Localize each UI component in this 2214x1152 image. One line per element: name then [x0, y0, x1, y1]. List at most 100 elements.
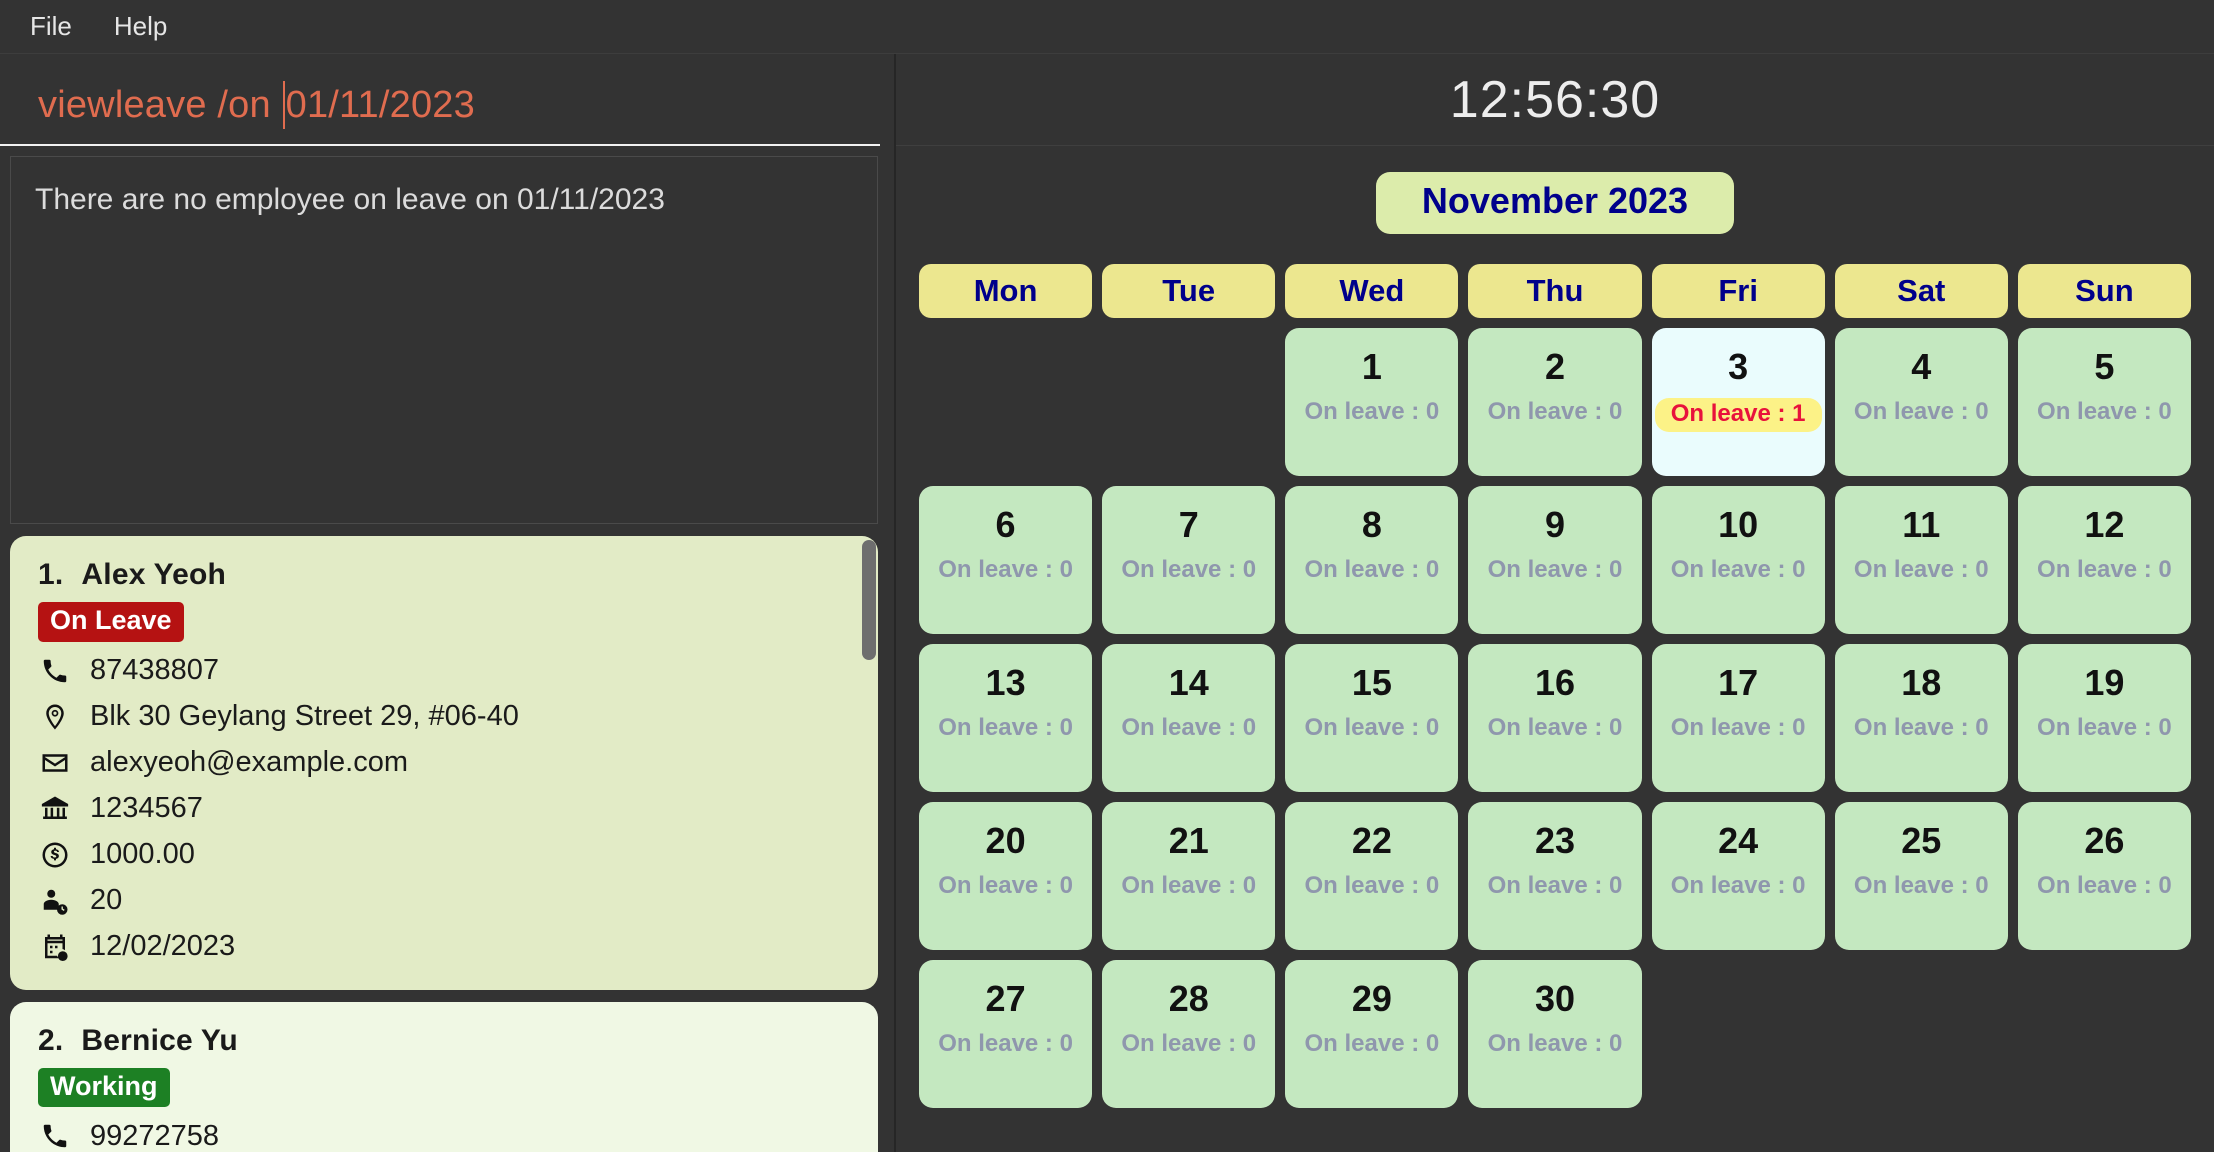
calendar-day-number: 6	[995, 504, 1016, 545]
calendar-day-leave-count: On leave : 0	[1487, 1030, 1623, 1057]
calendar-day-cell[interactable]: 18 On leave : 0	[1834, 644, 2008, 792]
command-value: 01/11/2023	[285, 83, 475, 126]
calendar-day-leave-count: On leave : 0	[938, 556, 1073, 583]
employee-phone: 87438807	[90, 654, 220, 687]
calendar-clock-icon	[38, 930, 72, 964]
calendar-day-leave-count: On leave : 0	[1304, 1030, 1440, 1057]
calendar-day-number: 20	[985, 820, 1026, 861]
employee-name: Bernice Yu	[81, 1023, 238, 1057]
calendar-day-cell[interactable]: 17 On leave : 0	[1651, 644, 1825, 792]
calendar-day-cell[interactable]: 30 On leave : 0	[1468, 960, 1642, 1108]
text-caret	[282, 81, 285, 129]
calendar-week-row: 6 On leave : 0 7 On leave : 0 8 On leave : 09…	[919, 486, 2191, 634]
calendar-day-leave-count: On leave : 0	[1670, 714, 1806, 741]
weekday-header-row: Mon Tue Wed Thu Fri Sat Sun	[919, 264, 2191, 318]
employee-index: 2.	[38, 1023, 64, 1057]
calendar-week-row: 20 On leave : 0 21 On leave : 0 22 On leave :…	[919, 802, 2191, 950]
calendar-grid: Mon Tue Wed Thu Fri Sat Sun 1 On leave : …	[919, 264, 2191, 1118]
calendar-day-leave-count: On leave : 0	[1853, 714, 1989, 741]
calendar-day-cell[interactable]: 27 On leave : 0	[919, 960, 1093, 1108]
calendar-day-cell[interactable]: 4 On leave : 0	[1834, 328, 2008, 476]
calendar-day-cell[interactable]: 3 On leave : 1	[1651, 328, 1825, 476]
calendar-day-number: 24	[1718, 820, 1759, 861]
employee-list-scrollbar[interactable]	[860, 540, 878, 1152]
calendar-day-cell[interactable]: 11 On leave : 0	[1834, 486, 2008, 634]
calendar-day-cell[interactable]: 15 On leave : 0	[1285, 644, 1459, 792]
calendar-day-cell[interactable]: 12 On leave : 0	[2017, 486, 2191, 634]
calendar-day-number: 12	[2084, 504, 2125, 545]
calendar-day-number: 29	[1351, 978, 1392, 1019]
calendar-day-cell[interactable]: 25 On leave : 0	[1834, 802, 2008, 950]
calendar-day-number: 17	[1718, 662, 1759, 703]
calendar-week-row: 1 On leave : 0 2 On leave : 0 3 On leave : 1 4…	[919, 328, 2191, 476]
employee-card[interactable]: 2. Bernice Yu Working 99272758	[10, 1001, 878, 1152]
calendar-day-cell[interactable]: 22 On leave : 0	[1285, 802, 1459, 950]
employee-email: alexyeoh@example.com	[90, 746, 408, 779]
calendar-day-number: 8	[1361, 504, 1382, 545]
menu-item-file[interactable]: File	[14, 7, 88, 46]
calendar-day-cell[interactable]: 1 On leave : 0	[1285, 328, 1459, 476]
calendar-day-number: 5	[2094, 346, 2115, 387]
calendar-day-leave-count: On leave : 0	[1121, 714, 1257, 741]
calendar-day-cell[interactable]: 5 On leave : 0	[2017, 328, 2191, 476]
left-panel: viewleave /on 01/11/2023 There are no em…	[0, 54, 896, 1152]
calendar-day-cell[interactable]: 6 On leave : 0	[919, 486, 1093, 634]
calendar-day-cell[interactable]: 8 On leave : 0	[1285, 486, 1459, 634]
calendar-day-cell[interactable]: 24 On leave : 0	[1651, 802, 1825, 950]
calendar-day-cell[interactable]: 7 On leave : 0	[1102, 486, 1276, 634]
result-display-box: There are no employee on leave on 01/11/…	[10, 156, 878, 524]
location-pin-icon	[38, 700, 72, 734]
calendar-day-leave-count: On leave : 0	[938, 714, 1073, 741]
calendar-day-cell[interactable]: 9 On leave : 0	[1468, 486, 1642, 634]
calendar-day-number: 4	[1911, 346, 1932, 387]
calendar-day-cell[interactable]: 16 On leave : 0	[1468, 644, 1642, 792]
detail-phone: 87438807	[38, 654, 850, 688]
menu-item-help[interactable]: Help	[98, 7, 183, 46]
calendar-day-leave-count: On leave : 1	[1654, 398, 1822, 432]
calendar-day-number: 15	[1351, 662, 1392, 703]
weekday-tue: Tue	[1102, 264, 1276, 318]
calendar-day-number: 10	[1718, 504, 1759, 545]
detail-phone: 99272758	[38, 1119, 850, 1152]
weekday-thu: Thu	[1468, 264, 1642, 318]
month-label: November 2023	[1375, 172, 1735, 234]
calendar-day-cell[interactable]: 19 On leave : 0	[2017, 644, 2191, 792]
calendar-day-number: 11	[1902, 504, 1941, 545]
calendar-day-number: 23	[1534, 820, 1576, 861]
calendar-day-number: 27	[985, 978, 1026, 1019]
calendar-day-cell[interactable]: 23 On leave : 0	[1468, 802, 1642, 950]
calendar-day-cell[interactable]: 20 On leave : 0	[919, 802, 1093, 950]
calendar-day-cell[interactable]: 2 On leave : 0	[1468, 328, 1642, 476]
calendar-day-empty	[919, 328, 1092, 476]
command-input-box[interactable]: viewleave /on 01/11/2023	[0, 54, 880, 146]
employee-bank-account: 1234567	[90, 792, 203, 825]
scrollbar-thumb[interactable]	[862, 540, 876, 660]
weekday-sat: Sat	[1834, 264, 2008, 318]
calendar-day-empty	[1102, 328, 1275, 476]
calendar-day-cell[interactable]: 13 On leave : 0	[919, 644, 1093, 792]
command-prefix: viewleave /on	[38, 83, 282, 126]
employee-join-date: 12/02/2023	[90, 930, 236, 963]
calendar-day-leave-count: On leave : 0	[1670, 872, 1806, 899]
calendar-day-cell[interactable]: 26 On leave : 0	[2017, 802, 2191, 950]
calendar-day-leave-count: On leave : 0	[1670, 556, 1806, 583]
calendar-day-number: 7	[1178, 504, 1199, 545]
calendar-day-number: 30	[1534, 978, 1576, 1019]
calendar-day-cell[interactable]: 28 On leave : 0	[1102, 960, 1276, 1108]
detail-address: Blk 30 Geylang Street 29, #06-40	[38, 700, 850, 734]
status-badge: Working	[38, 1067, 170, 1108]
calendar-day-cell[interactable]: 21 On leave : 0	[1102, 802, 1276, 950]
calendar-day-leave-count: On leave : 0	[2037, 398, 2172, 425]
calendar-day-number: 18	[1901, 662, 1942, 703]
calendar-day-cell[interactable]: 10 On leave : 0	[1651, 486, 1825, 634]
calendar-day-number: 28	[1168, 978, 1209, 1019]
status-badge: On Leave	[38, 602, 184, 642]
calendar-day-cell[interactable]: 29 On leave : 0	[1285, 960, 1459, 1108]
calendar-day-number: 21	[1168, 820, 1209, 861]
calendar-day-cell[interactable]: 14 On leave : 0	[1102, 644, 1276, 792]
calendar-week-row: 13 On leave : 0 14 On leave : 0 15 On leave :…	[919, 644, 2191, 792]
employee-card[interactable]: 1. Alex Yeoh On Leave 87438807 Blk 30 Ge…	[10, 536, 878, 990]
calendar-day-number: 22	[1351, 820, 1392, 861]
calendar-day-leave-count: On leave : 0	[1487, 872, 1623, 899]
calendar-day-leave-count: On leave : 0	[1121, 556, 1257, 583]
